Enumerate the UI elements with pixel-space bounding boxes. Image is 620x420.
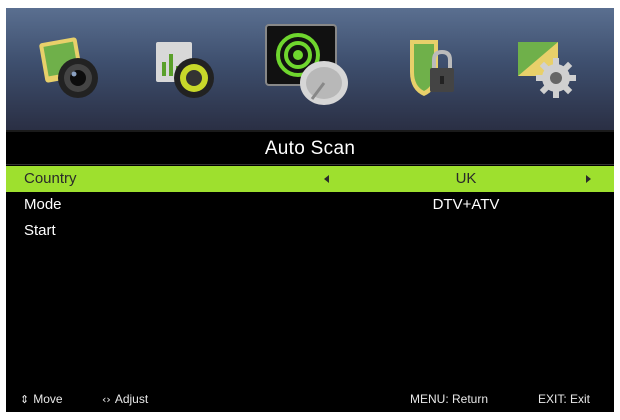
country-row[interactable]: Country UK [6, 166, 614, 192]
key-hints-footer: ⇕ Move ‹› Adjust MENU: Return EXIT: Exit [6, 386, 614, 412]
adjust-hint: ‹› Adjust [102, 386, 148, 412]
mode-value: DTV+ATV [432, 196, 500, 213]
up-down-arrows-icon: ⇕ [20, 393, 30, 406]
start-row[interactable]: Start [6, 218, 614, 244]
country-value: UK [455, 170, 477, 187]
adjust-hint-label: Adjust [114, 392, 149, 406]
settings-list: Country UK Mode DTV+ATV Start [6, 166, 614, 244]
lock-icon[interactable] [394, 30, 472, 108]
setup-icon[interactable] [508, 30, 586, 108]
move-hint: ⇕ Move [20, 386, 63, 412]
channel-icon[interactable] [262, 21, 358, 117]
picture-icon[interactable] [34, 30, 112, 108]
sound-icon[interactable] [148, 30, 226, 108]
move-hint-label: Move [33, 392, 63, 406]
mode-row[interactable]: Mode DTV+ATV [6, 192, 614, 218]
left-right-arrows-icon: ‹› [102, 393, 111, 406]
title-divider [6, 164, 614, 165]
menu-return-hint: MENU: Return [410, 392, 489, 406]
tv-osd-menu: Auto Scan Country UK Mode DTV+ATV Start … [6, 8, 614, 412]
start-label: Start [24, 222, 56, 239]
arrow-right-icon[interactable] [586, 175, 591, 183]
mode-label: Mode [24, 196, 62, 213]
header-divider [6, 130, 614, 132]
exit-hint: EXIT: Exit [538, 392, 591, 406]
country-label: Country [24, 170, 77, 187]
page-title: Auto Scan [264, 138, 356, 159]
menu-icon-bar [6, 8, 614, 130]
arrow-left-icon[interactable] [324, 175, 329, 183]
